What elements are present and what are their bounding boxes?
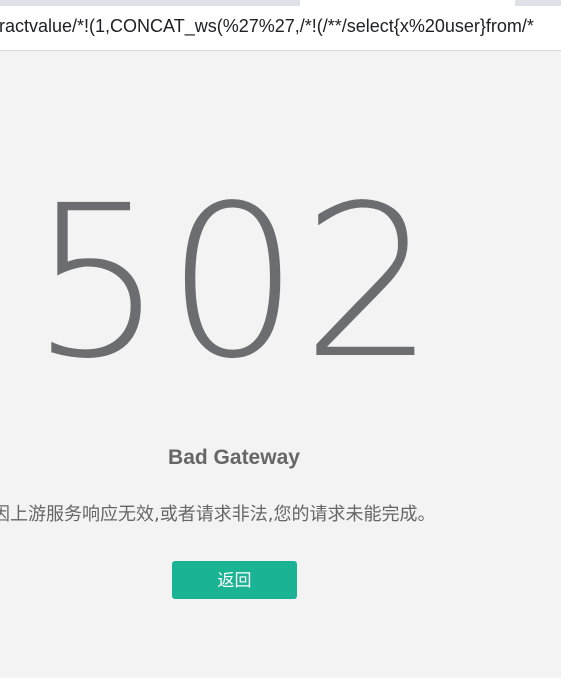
error-code: 502 <box>30 160 438 405</box>
browser-address-bar[interactable]: tractvalue/*!(1,CONCAT_ws(%27%27,/*!(/**… <box>0 6 561 51</box>
error-description: 因上游服务响应无效,或者请求非法,您的请求未能完成。 <box>0 504 436 525</box>
url-text[interactable]: tractvalue/*!(1,CONCAT_ws(%27%27,/*!(/**… <box>0 16 534 37</box>
error-title: Bad Gateway <box>168 446 300 469</box>
back-button[interactable]: 返回 <box>172 561 297 599</box>
